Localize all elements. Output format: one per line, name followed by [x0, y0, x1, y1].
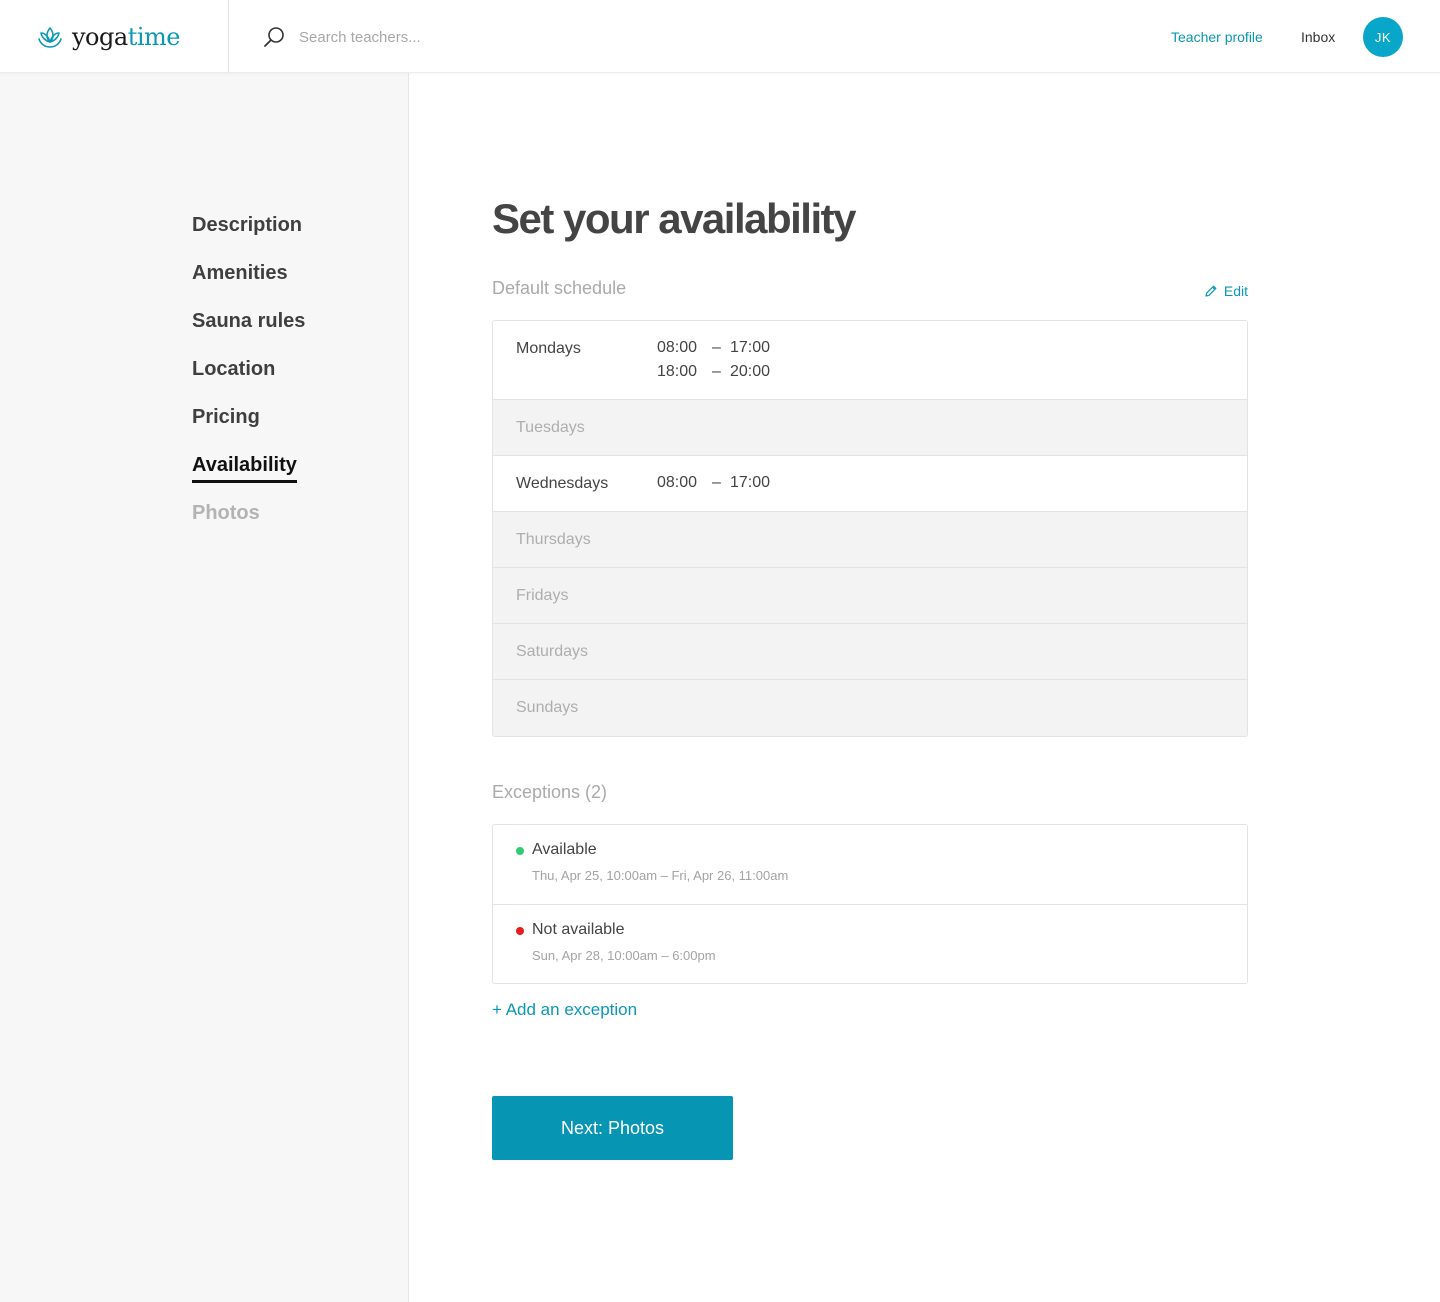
day-name: Saturdays — [516, 643, 589, 660]
slot-end: 20:00 — [730, 363, 771, 380]
exceptions-label: Exceptions (2) — [492, 782, 608, 802]
day-name: Thursdays — [516, 531, 591, 548]
exception-status: Not available — [532, 921, 625, 938]
time-slots: 08:00 – 17:00 — [657, 474, 770, 498]
edit-label: Edit — [1223, 283, 1248, 299]
next-photos-button[interactable]: Next: Photos — [492, 1096, 733, 1160]
sidebar-item-pricing[interactable]: Pricing — [192, 405, 305, 453]
slot-end: 17:00 — [730, 339, 771, 356]
exception-item[interactable]: Not available Sun, Apr 28, 10:00am – 6:0… — [493, 905, 1247, 983]
status-dot-icon — [516, 927, 524, 935]
exception-status: Available — [532, 841, 597, 858]
sidebar-item-availability[interactable]: Availability — [192, 453, 305, 501]
sidebar-item-sauna-rules[interactable]: Sauna rules — [192, 309, 305, 357]
schedule-table: Mondays 08:00 – 17:00 18:00 – 20:00 Tues… — [492, 320, 1248, 737]
slot-start: 08:00 — [657, 339, 698, 356]
edit-schedule-button[interactable]: Edit — [1204, 283, 1248, 299]
page-title: Set your availability — [492, 195, 857, 242]
sidebar-item-description[interactable]: Description — [192, 213, 305, 261]
slot-dash: – — [712, 339, 721, 356]
day-row-saturdays: Saturdays — [493, 624, 1247, 680]
time-slot: 18:00 – 20:00 — [657, 363, 770, 387]
day-name: Fridays — [516, 587, 569, 604]
slot-dash: – — [712, 474, 721, 491]
day-row-thursdays: Thursdays — [493, 512, 1247, 568]
avatar[interactable]: JK — [1363, 17, 1403, 57]
sidebar-nav: Description Amenities Sauna rules Locati… — [192, 213, 305, 549]
day-row-sundays: Sundays — [493, 680, 1247, 736]
slot-start: 18:00 — [657, 363, 698, 380]
logo[interactable]: yogatime — [0, 0, 229, 73]
status-dot-icon — [516, 847, 524, 855]
time-slots: 08:00 – 17:00 18:00 – 20:00 — [657, 339, 770, 387]
day-name: Mondays — [516, 340, 581, 357]
lotus-icon — [38, 26, 62, 48]
exception-item[interactable]: Available Thu, Apr 25, 10:00am – Fri, Ap… — [493, 825, 1247, 905]
slot-dash: – — [712, 363, 721, 380]
sidebar-item-location[interactable]: Location — [192, 357, 305, 405]
sidebar: Description Amenities Sauna rules Locati… — [0, 73, 409, 1302]
pencil-icon — [1205, 285, 1217, 297]
day-name: Wednesdays — [516, 475, 609, 492]
exceptions-list: Available Thu, Apr 25, 10:00am – Fri, Ap… — [492, 824, 1248, 984]
nav-inbox[interactable]: Inbox — [1301, 29, 1335, 45]
day-row-tuesdays: Tuesdays — [493, 400, 1247, 456]
search-icon — [264, 27, 284, 47]
day-row-mondays: Mondays 08:00 – 17:00 18:00 – 20:00 — [493, 321, 1247, 400]
day-row-fridays: Fridays — [493, 568, 1247, 624]
nav-teacher-profile[interactable]: Teacher profile — [1171, 29, 1263, 45]
time-slot: 08:00 – 17:00 — [657, 339, 770, 363]
time-slot: 08:00 – 17:00 — [657, 474, 770, 498]
day-row-wednesdays: Wednesdays 08:00 – 17:00 — [493, 456, 1247, 512]
sidebar-item-photos: Photos — [192, 502, 260, 524]
sidebar-item-amenities[interactable]: Amenities — [192, 261, 305, 309]
logo-wordmark: yogatime — [72, 22, 180, 51]
add-exception-link[interactable]: + Add an exception — [492, 1000, 637, 1020]
search-input[interactable] — [299, 28, 599, 46]
slot-start: 08:00 — [657, 474, 698, 491]
top-bar: yogatime Teacher profile Inbox JK — [0, 0, 1440, 73]
exception-range: Sun, Apr 28, 10:00am – 6:00pm — [532, 948, 716, 963]
search-bar — [263, 24, 599, 50]
slot-end: 17:00 — [730, 474, 771, 491]
day-name: Sundays — [516, 699, 579, 716]
exception-range: Thu, Apr 25, 10:00am – Fri, Apr 26, 11:0… — [532, 868, 789, 883]
default-schedule-label: Default schedule — [492, 278, 627, 298]
day-name: Tuesdays — [516, 419, 585, 436]
